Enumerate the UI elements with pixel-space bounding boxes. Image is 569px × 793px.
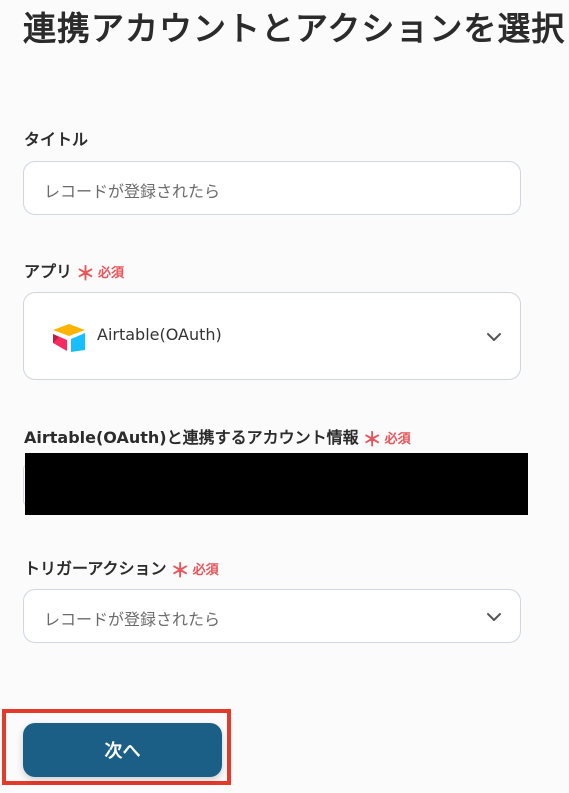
app-label: アプリ＊必須 <box>24 258 125 285</box>
app-select-value: Airtable(OAuth) <box>97 325 222 344</box>
account-select-redacted[interactable] <box>25 453 528 515</box>
trigger-select[interactable]: レコードが登録されたら <box>23 589 521 643</box>
chevron-down-icon <box>487 613 501 621</box>
app-select[interactable]: Airtable(OAuth) <box>23 292 521 380</box>
app-label-text: アプリ <box>24 262 73 281</box>
required-text: 必須 <box>192 563 219 578</box>
required-badge: ＊必須 <box>170 559 219 582</box>
required-text: 必須 <box>384 432 411 447</box>
required-star: ＊ <box>170 560 190 582</box>
required-star: ＊ <box>76 263 96 285</box>
title-input[interactable]: レコードが登録されたら <box>23 161 521 215</box>
account-label-text: Airtable(OAuth)と連携するアカウント情報 <box>24 428 359 447</box>
trigger-select-value: レコードが登録されたら <box>44 610 221 629</box>
required-badge: ＊必須 <box>76 262 125 285</box>
trigger-label-text: トリガーアクション <box>24 559 167 578</box>
title-label: タイトル <box>24 130 89 149</box>
next-button[interactable]: 次へ <box>23 723 222 777</box>
page-title: 連携アカウントとアクションを選択 <box>23 9 566 48</box>
required-star: ＊ <box>362 429 382 451</box>
title-input-value: レコードが登録されたら <box>44 182 221 201</box>
chevron-down-icon <box>487 333 501 341</box>
required-badge: ＊必須 <box>362 428 411 451</box>
airtable-logo-icon <box>53 324 85 352</box>
account-label: Airtable(OAuth)と連携するアカウント情報＊必須 <box>24 424 411 451</box>
trigger-label: トリガーアクション＊必須 <box>24 555 219 582</box>
required-text: 必須 <box>98 266 125 281</box>
